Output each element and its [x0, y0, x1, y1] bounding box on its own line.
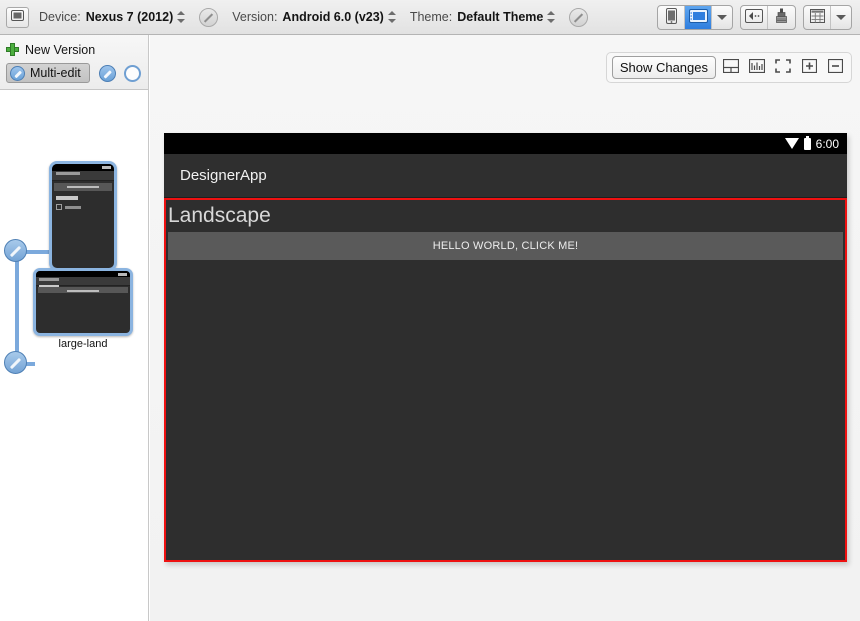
- orientation-segmented-control[interactable]: [657, 4, 733, 30]
- selected-variant-arrow-icon: [130, 305, 133, 321]
- paintbrush-icon: [775, 8, 788, 27]
- status-time: 6:00: [815, 136, 839, 151]
- battery-icon: [803, 135, 811, 150]
- chevron-down-icon: [836, 14, 846, 20]
- orientation-portrait-button[interactable]: [658, 5, 685, 29]
- circle-outline-icon[interactable]: [123, 64, 141, 82]
- pencil-icon: [10, 65, 25, 81]
- version-selector[interactable]: Version: Android 6.0 (v23): [232, 10, 396, 24]
- zoom-out-icon: [827, 58, 843, 76]
- device-selector[interactable]: Device: Nexus 7 (2012): [39, 10, 186, 24]
- orientation-landscape-button[interactable]: [685, 5, 712, 29]
- phone-portrait-icon: [665, 7, 677, 27]
- connector-line-vertical: [15, 252, 19, 364]
- tools-segmented-control[interactable]: [740, 4, 796, 30]
- grid-segmented-control[interactable]: [803, 4, 852, 30]
- chevron-down-icon: [717, 14, 727, 20]
- sidebar-header: New Version Multi-edit: [0, 35, 148, 90]
- theme-refresh-button[interactable]: [569, 7, 589, 27]
- wifi-icon: [784, 138, 799, 149]
- green-plus-icon: [6, 43, 19, 56]
- thumbnail-preview-default[interactable]: [49, 161, 117, 271]
- paintbrush-button[interactable]: [768, 6, 795, 29]
- fit-screen-icon: [775, 59, 791, 76]
- device-refresh-button[interactable]: [199, 7, 219, 27]
- edit-pencil-button[interactable]: [98, 64, 116, 82]
- device-preview[interactable]: 6:00 DesignerApp Landscape HELLO WORLD, …: [164, 133, 847, 562]
- split-view-button[interactable]: [720, 57, 742, 79]
- sidebar-actions-row: Multi-edit: [6, 63, 142, 83]
- fit-screen-button[interactable]: [772, 57, 794, 79]
- hello-world-button-label: HELLO WORLD, CLICK ME!: [432, 240, 579, 252]
- multi-edit-toggle[interactable]: Multi-edit: [6, 63, 90, 83]
- thumb-checkbox-label: [65, 206, 81, 209]
- device-stepper-icon[interactable]: [177, 10, 186, 24]
- multi-edit-label: Multi-edit: [30, 66, 81, 80]
- variant-node-large-land[interactable]: [4, 351, 27, 374]
- top-toolbar: Device: Nexus 7 (2012) Version: Android …: [0, 0, 860, 35]
- canvas-toolbar: Show Changes: [605, 52, 852, 83]
- normalize-button[interactable]: [746, 57, 768, 79]
- tablet-landscape-icon: [688, 8, 708, 26]
- version-value: Android 6.0 (v23): [282, 10, 384, 24]
- thumb-app-title: [56, 172, 80, 175]
- thumbnail-preview-large-land[interactable]: [33, 268, 133, 336]
- new-version-button[interactable]: New Version: [6, 39, 142, 60]
- normalize-icon: [748, 58, 766, 76]
- zoom-out-button[interactable]: [824, 57, 846, 79]
- theme-selector[interactable]: Theme: Default Theme: [410, 10, 556, 24]
- variant-caption-large-land: large-land: [58, 338, 108, 350]
- variants-sidebar: New Version Multi-edit large-land: [0, 35, 149, 621]
- layout-view-button[interactable]: [6, 6, 29, 28]
- thumb-status-bar: [36, 271, 130, 277]
- arrow-left-box-icon: [745, 8, 763, 26]
- android-status-bar: 6:00: [164, 133, 847, 154]
- grid-view-button[interactable]: [804, 5, 831, 29]
- version-stepper-icon[interactable]: [387, 10, 396, 24]
- theme-label: Theme:: [409, 10, 453, 24]
- grid-table-icon: [809, 8, 825, 26]
- theme-value: Default Theme: [457, 10, 544, 24]
- device-label: Device:: [39, 10, 81, 24]
- app-title: DesignerApp: [180, 167, 267, 184]
- window-icon: [11, 10, 24, 24]
- zoom-in-icon: [801, 58, 817, 76]
- zoom-in-button[interactable]: [798, 57, 820, 79]
- thumb-hello-button: [54, 183, 112, 191]
- android-action-bar: DesignerApp: [164, 154, 847, 198]
- toolbar-right-group: [657, 4, 854, 30]
- back-navigation-button[interactable]: [741, 5, 768, 29]
- design-canvas: Show Changes 6:00 DesignerApp Landscape …: [150, 35, 860, 621]
- thumb-layout-text: [56, 196, 78, 200]
- selected-layout-region[interactable]: Landscape HELLO WORLD, CLICK ME!: [164, 198, 847, 562]
- split-view-icon: [722, 58, 740, 76]
- device-value: Nexus 7 (2012): [85, 10, 174, 24]
- orientation-dropdown-button[interactable]: [712, 6, 732, 29]
- version-label: Version:: [232, 10, 278, 24]
- thumb-hello-button: [38, 287, 128, 293]
- show-changes-button[interactable]: Show Changes: [611, 56, 716, 79]
- variant-node-default[interactable]: [4, 239, 27, 262]
- thumb-checkbox-icon: [56, 204, 62, 210]
- layout-text: Landscape: [168, 204, 271, 227]
- variant-thumb-large-land[interactable]: large-land: [33, 268, 133, 350]
- variant-thumb-default[interactable]: Default: [49, 161, 117, 285]
- thumb-app-title: [39, 278, 59, 281]
- thumb-status-bar: [52, 164, 114, 171]
- new-version-label: New Version: [25, 42, 96, 57]
- hello-world-button[interactable]: HELLO WORLD, CLICK ME!: [168, 232, 843, 260]
- variant-thumbnails: Default large-land: [0, 90, 148, 621]
- theme-stepper-icon[interactable]: [547, 10, 556, 24]
- grid-dropdown-button[interactable]: [831, 6, 851, 29]
